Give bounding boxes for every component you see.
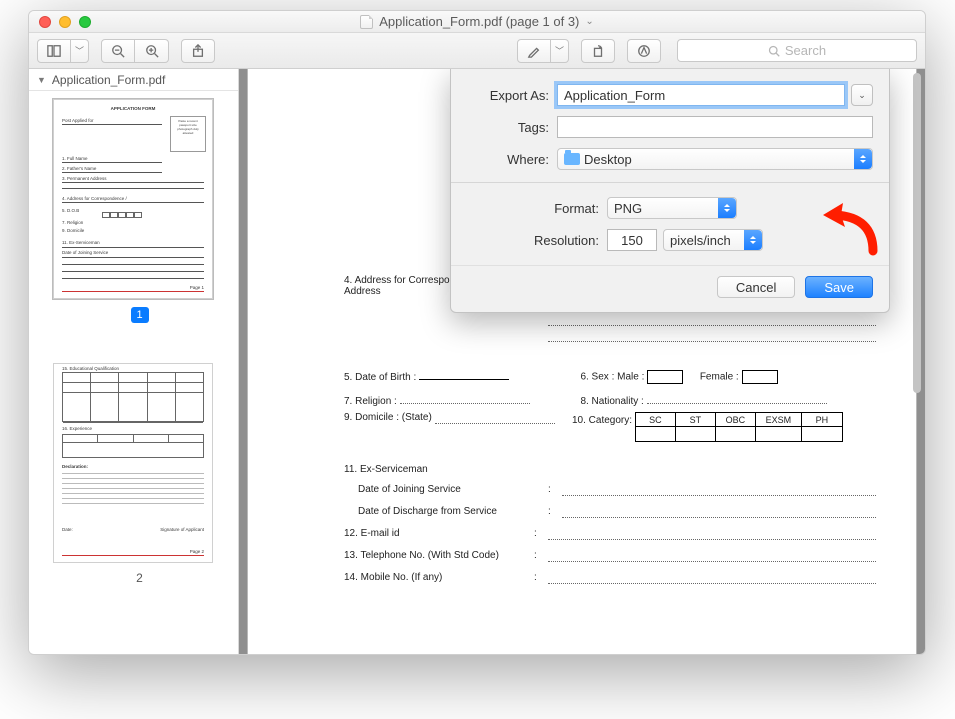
field-ex-serviceman-label: 11. Ex-Serviceman [344,464,534,475]
field-sex-female-label: Female : [700,372,739,383]
highlight-button[interactable] [517,39,551,63]
titlebar: Application_Form.pdf (page 1 of 3) ⌄ [29,11,925,33]
export-as-input[interactable] [557,84,845,106]
search-input[interactable]: Search [677,39,917,62]
field-discharge-date-label: Date of Discharge from Service [358,506,548,518]
document-view[interactable]: advertisement with designation / seal of… [239,69,925,654]
scrollbar-thumb[interactable] [913,73,921,393]
window-title-text: Application_Form.pdf (page 1 of 3) [379,14,579,29]
sidebar-file-name: Application_Form.pdf [52,73,165,87]
disclosure-triangle-icon: ▼ [37,75,46,85]
markup-button[interactable] [627,39,661,63]
view-mode-dropdown[interactable]: ﹀ [71,39,89,63]
thumb1-post: Post Applied for [62,118,94,123]
field-nationality-label: 8. Nationality : [580,396,643,407]
page-thumbnail-1-badge: 1 [131,307,149,323]
tags-label: Tags: [467,120,557,135]
field-telephone-label: 13. Telephone No. (With Std Code) [344,550,534,562]
tags-input[interactable] [557,116,873,138]
view-mode-button[interactable] [37,39,71,63]
chevron-down-icon: ⌄ [585,16,593,27]
rotate-button[interactable] [581,39,615,63]
format-value: PNG [614,201,642,216]
category-table: SC ST OBC EXSM PH [635,412,843,442]
vertical-scrollbar[interactable] [910,73,924,650]
save-button[interactable]: Save [805,276,873,298]
export-as-label: Export As: [467,88,557,103]
folder-icon [564,153,580,165]
pdf-document-icon [360,15,373,29]
highlight-dropdown[interactable]: ﹀ [551,39,569,63]
sidebar-file-header[interactable]: ▼ Application_Form.pdf [29,69,238,91]
expand-save-dialog-button[interactable]: ⌄ [851,84,873,106]
zoom-out-button[interactable] [101,39,135,63]
field-dob-label: 5. Date of Birth : [344,372,416,383]
export-sheet: Export As: ⌄ Tags: Where: [450,69,890,313]
field-sex-male-label: 6. Sex : Male : [580,372,644,383]
page-thumbnail-2-label: 2 [53,571,226,585]
where-value: Desktop [584,152,632,167]
format-label: Format: [467,201,607,216]
where-popup[interactable]: Desktop [557,148,873,170]
resolution-unit-value: pixels/inch [670,233,731,248]
search-placeholder: Search [785,43,826,58]
thumbnails-sidebar: ▼ Application_Form.pdf APPLICATION FORM … [29,69,239,654]
format-popup[interactable]: PNG [607,197,737,219]
search-icon [768,45,780,57]
share-button[interactable] [181,39,215,63]
field-category-label: 10. Category: [572,415,632,426]
field-mobile-label: 14. Mobile No. (If any) [344,572,534,584]
thumb1-photo-box: Paste a recentpassport sizephotograph du… [170,116,206,152]
toolbar: ﹀ ﹀ [29,33,925,69]
field-religion-label: 7. Religion : [344,396,397,407]
resolution-label: Resolution: [467,233,607,248]
preview-window: Application_Form.pdf (page 1 of 3) ⌄ ﹀ [28,10,926,655]
field-email-label: 12. E-mail id [344,528,534,540]
zoom-in-button[interactable] [135,39,169,63]
cancel-button[interactable]: Cancel [717,276,795,298]
page-thumbnail-2[interactable]: 15. Educational Qualification 16. Experi… [53,363,213,563]
field-domicile-label: 9. Domicile : (State) [344,412,432,423]
resolution-input[interactable] [607,229,657,251]
field-joining-date-label: Date of Joining Service [358,484,548,496]
where-label: Where: [467,152,557,167]
page-thumbnail-1[interactable]: APPLICATION FORM Post Applied for Paste … [53,99,213,299]
window-title[interactable]: Application_Form.pdf (page 1 of 3) ⌄ [29,14,925,29]
resolution-unit-popup[interactable]: pixels/inch [663,229,763,251]
thumb1-title: APPLICATION FORM [111,106,156,111]
